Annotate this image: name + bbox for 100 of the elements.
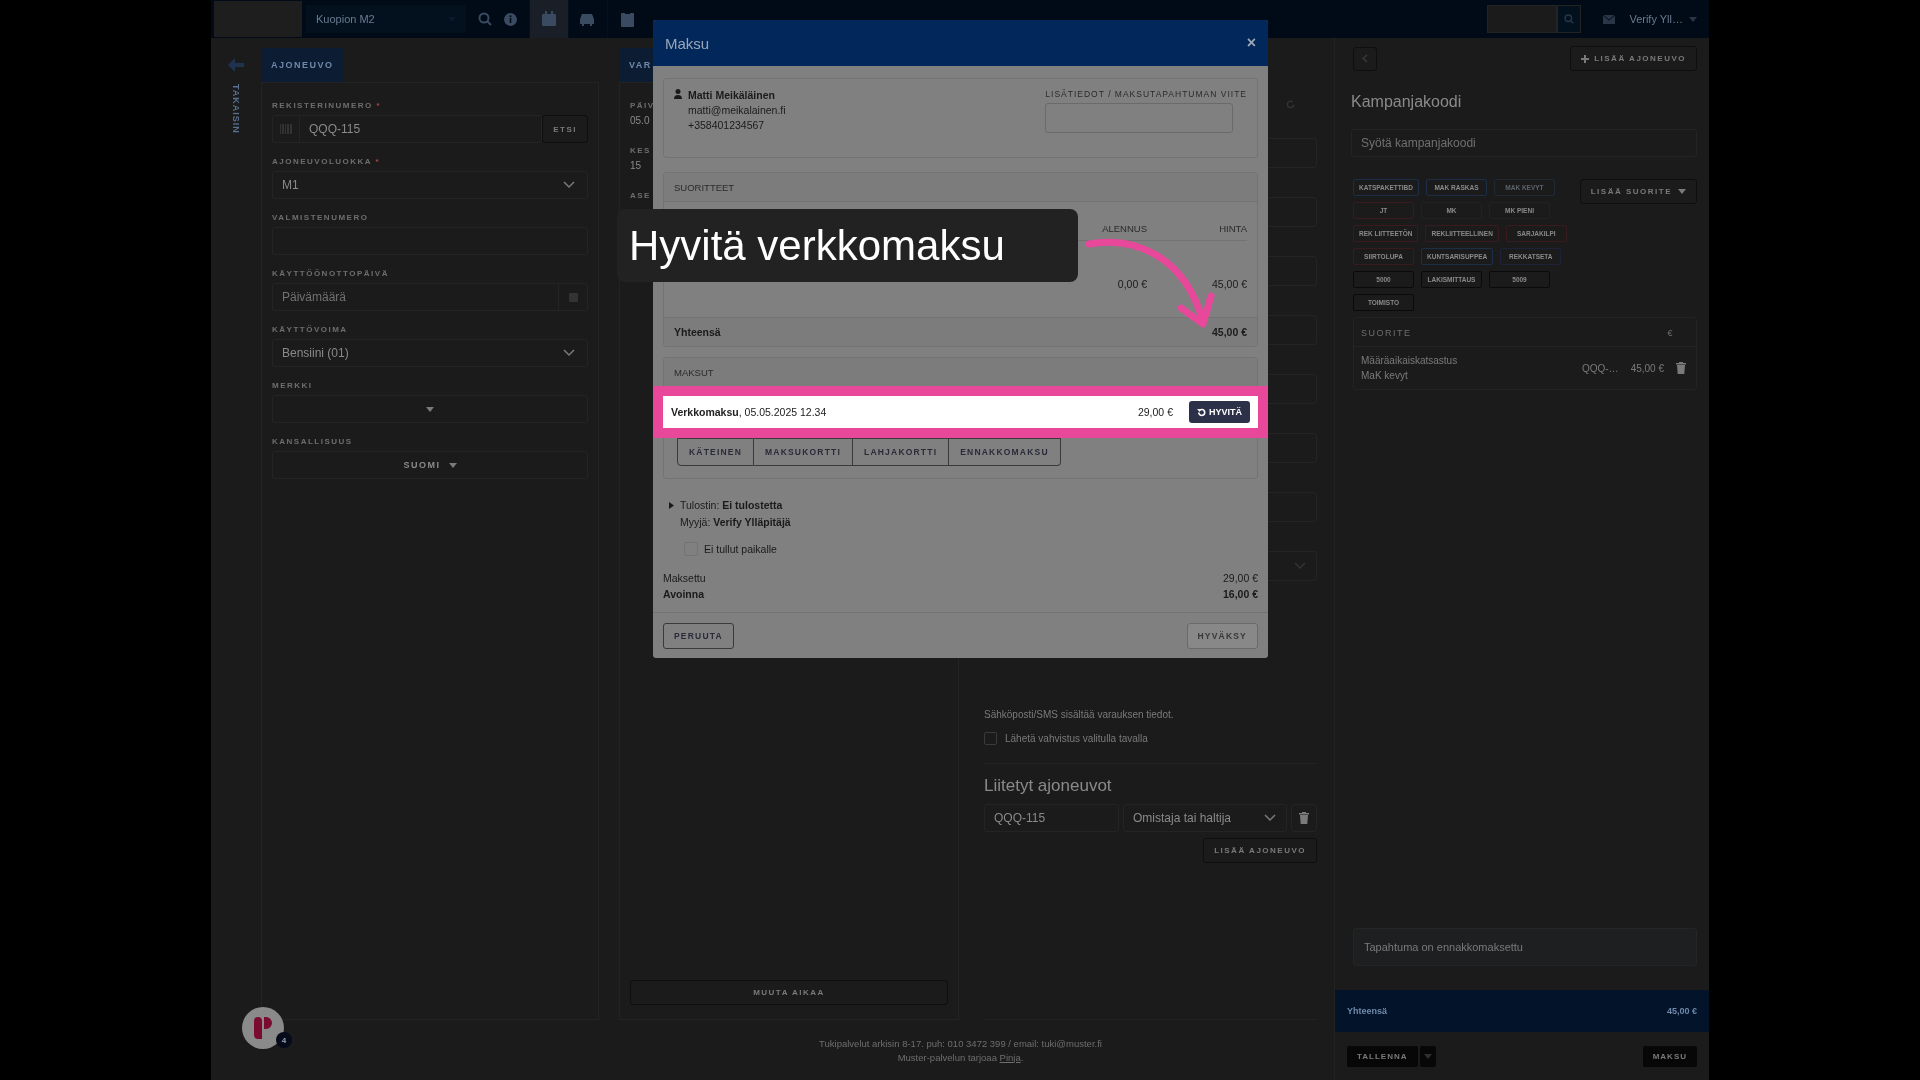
- panel-title: Kampanjakoodi: [1350, 93, 1463, 111]
- payment-method-button[interactable]: KÄTEINEN: [677, 438, 755, 466]
- field-value: 05.0: [630, 115, 650, 126]
- trash-icon: [1676, 362, 1686, 374]
- pay-button[interactable]: MAKSU: [1642, 1045, 1697, 1067]
- info-icon[interactable]: [504, 12, 517, 26]
- section-title: SUORITTEET: [674, 181, 735, 193]
- registration-field[interactable]: QQQ-115: [272, 115, 543, 143]
- field-label: KÄYTTÖVOIMA: [272, 325, 349, 334]
- payment-method-button[interactable]: ENNAKKOMAKSU: [949, 438, 1061, 466]
- caret-icon: [426, 406, 434, 412]
- chevron-icon: [1264, 814, 1276, 822]
- table-cell: QQQ-…: [1581, 362, 1619, 374]
- search-button[interactable]: ETSI: [542, 115, 588, 143]
- section-tab[interactable]: AJONEUVO: [261, 48, 344, 82]
- tutorial-caption: Hyvitä verkkomaksu: [617, 209, 1078, 282]
- dropdown-field[interactable]: [272, 395, 588, 423]
- support-text: Tukipalvelut arkisin 8-17. puh: 010 3472 399 / email: tuki@muster.fi: [819, 1037, 1102, 1049]
- calendar-icon: [541, 11, 557, 27]
- section-title: MAKSUT: [674, 366, 714, 378]
- provider-link[interactable]: Pinja: [999, 1051, 1021, 1063]
- search-icon: [1564, 14, 1575, 24]
- undo-icon: [1197, 407, 1206, 417]
- close-button[interactable]: ×: [1246, 34, 1256, 52]
- table-cell: 45,00 €: [1630, 362, 1664, 374]
- chevron-icon: [563, 181, 575, 189]
- trash-icon: [1299, 812, 1309, 824]
- add-vehicle-button[interactable]: LISÄÄ AJONEUVO: [1570, 46, 1697, 71]
- summary-value: 29,00 €: [1222, 572, 1258, 584]
- payment-method-button[interactable]: MAKSUKORTTI: [754, 438, 854, 466]
- cancel-button[interactable]: PERUUTA: [663, 623, 734, 649]
- campaign-code-field[interactable]: Syötä kampanjakoodi: [1351, 129, 1697, 157]
- customer-name: Matti Meikäläinen: [688, 89, 776, 101]
- table-cell-text: Määräaikaiskatsastus: [1361, 355, 1459, 366]
- save-button[interactable]: TALLENNA: [1347, 1045, 1418, 1067]
- add-vehicle-button[interactable]: LISÄÄ AJONEUVO: [1203, 838, 1317, 863]
- back-arrow-icon[interactable]: [228, 58, 244, 72]
- field-label: KES: [630, 146, 651, 155]
- seller-text: Myyjä: Verify Ylläpitäjä: [680, 516, 791, 528]
- select-field[interactable]: M1: [272, 171, 588, 199]
- back-button[interactable]: [1353, 46, 1377, 71]
- person-icon: [674, 89, 682, 99]
- field-label: KÄYTTÖÖNOTTOPÄIVÄ: [272, 269, 390, 278]
- field-label: VALMISTENUMERO: [272, 213, 370, 222]
- delete-button[interactable]: [1291, 804, 1317, 832]
- location-select[interactable]: Kuopion M2: [306, 5, 466, 33]
- plus-icon: [1581, 54, 1590, 63]
- field-label: MERKKI: [272, 381, 314, 390]
- caret-icon: [1678, 189, 1686, 194]
- back-label[interactable]: TAKAISIN: [231, 84, 241, 134]
- total-value: 45,00 €: [1211, 326, 1247, 338]
- date-field[interactable]: Päivämäärä: [272, 283, 588, 311]
- expand-icon[interactable]: [669, 502, 674, 509]
- summary-label: Avoinna: [663, 588, 705, 600]
- customer-email: matti@meikalainen.fi: [688, 104, 786, 116]
- barcode-icon: [280, 124, 292, 134]
- payment-amount: 29,00 €: [1137, 406, 1173, 418]
- checkbox[interactable]: [984, 732, 997, 745]
- column-header: €: [1667, 328, 1674, 338]
- info-message: Tapahtuma on ennakkomaksettu: [1353, 928, 1697, 966]
- field-label: PÄIV: [630, 101, 655, 110]
- field-label: KANSALLISUUS: [272, 437, 354, 446]
- refund-button[interactable]: HYVITÄ: [1189, 401, 1250, 423]
- dropdown-field[interactable]: SUOMI: [272, 451, 588, 479]
- caret-icon: [1689, 16, 1697, 22]
- customer-phone: +358401234567: [688, 119, 766, 131]
- field-label: LISÄTIEDOT / MAKSUTAPAHTUMAN VIITE: [1045, 89, 1247, 99]
- caret-icon: [1423, 1053, 1432, 1059]
- mail-icon[interactable]: [1603, 14, 1616, 24]
- column-header: SUORITE: [1361, 328, 1412, 338]
- table-cell-text: 45,00 €: [1210, 277, 1247, 292]
- save-menu-button[interactable]: [1419, 1045, 1436, 1067]
- plate-field[interactable]: QQQ-115: [984, 804, 1119, 832]
- change-time-button[interactable]: MUUTA AIKAA: [630, 980, 948, 1005]
- field-label: ASE: [630, 191, 651, 200]
- role-select[interactable]: Omistaja tai haltija: [1123, 804, 1287, 832]
- nav-tab[interactable]: [529, 0, 568, 38]
- search-button[interactable]: [1557, 5, 1582, 33]
- summary-value: 16,00 €: [1222, 588, 1258, 600]
- total-bar: Yhteensä 45,00 €: [1335, 990, 1709, 1032]
- provider-text: Muster-palvelun tarjoaa Pinja.: [897, 1051, 1024, 1063]
- user-menu[interactable]: Verify Yll…: [1629, 13, 1697, 25]
- summary-label: Maksettu: [663, 572, 706, 584]
- chevron-icon: [1294, 562, 1306, 570]
- search-icon[interactable]: [478, 12, 492, 26]
- field-label: REKISTERINUMERO *: [272, 101, 383, 110]
- refresh-icon[interactable]: [1286, 100, 1295, 109]
- add-service-button[interactable]: LISÄÄ SUORITE: [1579, 179, 1697, 204]
- search-field[interactable]: [1487, 5, 1558, 33]
- calendar-icon: [568, 292, 578, 302]
- notice-text: Sähköposti/SMS sisältää varauksen tiedot.: [984, 709, 1175, 720]
- payment-method-button[interactable]: LAHJAKORTTI: [853, 438, 950, 466]
- clipboard-icon: [620, 11, 634, 27]
- chevron-left-icon: [1362, 54, 1368, 63]
- section-title: Liitetyt ajoneuvot: [984, 763, 1317, 796]
- payment-text: Verkkomaksu, 05.05.2025 12.34: [671, 406, 828, 418]
- select-field[interactable]: Bensiini (01): [272, 339, 588, 367]
- printer-text: Tulostin: Ei tulostetta: [680, 499, 784, 511]
- dialog-title: Maksu: [665, 34, 710, 52]
- chevron-icon: [563, 349, 575, 357]
